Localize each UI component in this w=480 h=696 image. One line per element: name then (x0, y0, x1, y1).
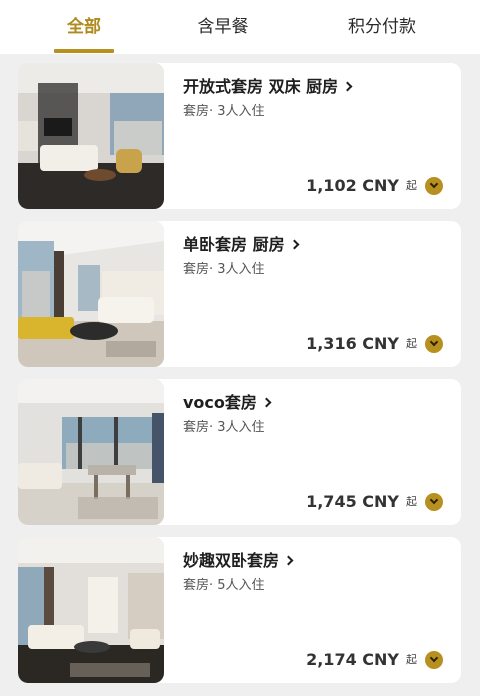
room-card[interactable]: 妙趣双卧套房 套房· 5人入住 2,174 CNY 起 (18, 537, 461, 683)
expand-chevron-down-icon[interactable] (425, 335, 443, 353)
room-card[interactable]: voco套房 套房· 3人入住 1,745 CNY 起 (18, 379, 461, 525)
tab-all[interactable]: 全部 (54, 14, 114, 40)
chevron-right-icon (283, 555, 294, 566)
room-photo (18, 221, 164, 367)
room-photo (18, 379, 164, 525)
room-price: 2,174 CNY (306, 650, 399, 669)
tab-breakfast-included[interactable]: 含早餐 (185, 14, 261, 40)
price-row: 1,316 CNY 起 (306, 333, 443, 355)
room-price: 1,745 CNY (306, 492, 399, 511)
price-from-label: 起 (406, 337, 417, 350)
room-card[interactable]: 单卧套房 厨房 套房· 3人入住 1,316 CNY 起 (18, 221, 461, 367)
room-occupancy: 套房· 3人入住 (183, 104, 265, 119)
room-price: 1,316 CNY (306, 334, 399, 353)
tab-points-payment[interactable]: 积分付款 (336, 14, 428, 40)
room-name[interactable]: 妙趣双卧套房 (183, 551, 294, 571)
expand-chevron-down-icon[interactable] (425, 493, 443, 511)
room-card[interactable]: 开放式套房 双床 厨房 套房· 3人入住 1,102 CNY 起 (18, 63, 461, 209)
room-photo (18, 63, 164, 209)
room-name[interactable]: 单卧套房 厨房 (183, 235, 300, 255)
price-from-label: 起 (406, 653, 417, 666)
room-occupancy: 套房· 3人入住 (183, 420, 265, 435)
chevron-right-icon (261, 397, 272, 408)
room-photo (18, 537, 164, 683)
room-price: 1,102 CNY (306, 176, 399, 195)
room-name[interactable]: 开放式套房 双床 厨房 (183, 77, 353, 97)
active-tab-indicator (54, 49, 114, 53)
expand-chevron-down-icon[interactable] (425, 177, 443, 195)
price-row: 2,174 CNY 起 (306, 649, 443, 671)
tab-bar: 全部 含早餐 积分付款 (0, 0, 480, 54)
room-occupancy: 套房· 3人入住 (183, 262, 265, 277)
price-row: 1,745 CNY 起 (306, 491, 443, 513)
chevron-right-icon (342, 81, 353, 92)
expand-chevron-down-icon[interactable] (425, 651, 443, 669)
price-row: 1,102 CNY 起 (306, 175, 443, 197)
chevron-right-icon (289, 239, 300, 250)
room-occupancy: 套房· 5人入住 (183, 578, 265, 593)
room-name[interactable]: voco套房 (183, 393, 272, 413)
price-from-label: 起 (406, 495, 417, 508)
price-from-label: 起 (406, 179, 417, 192)
